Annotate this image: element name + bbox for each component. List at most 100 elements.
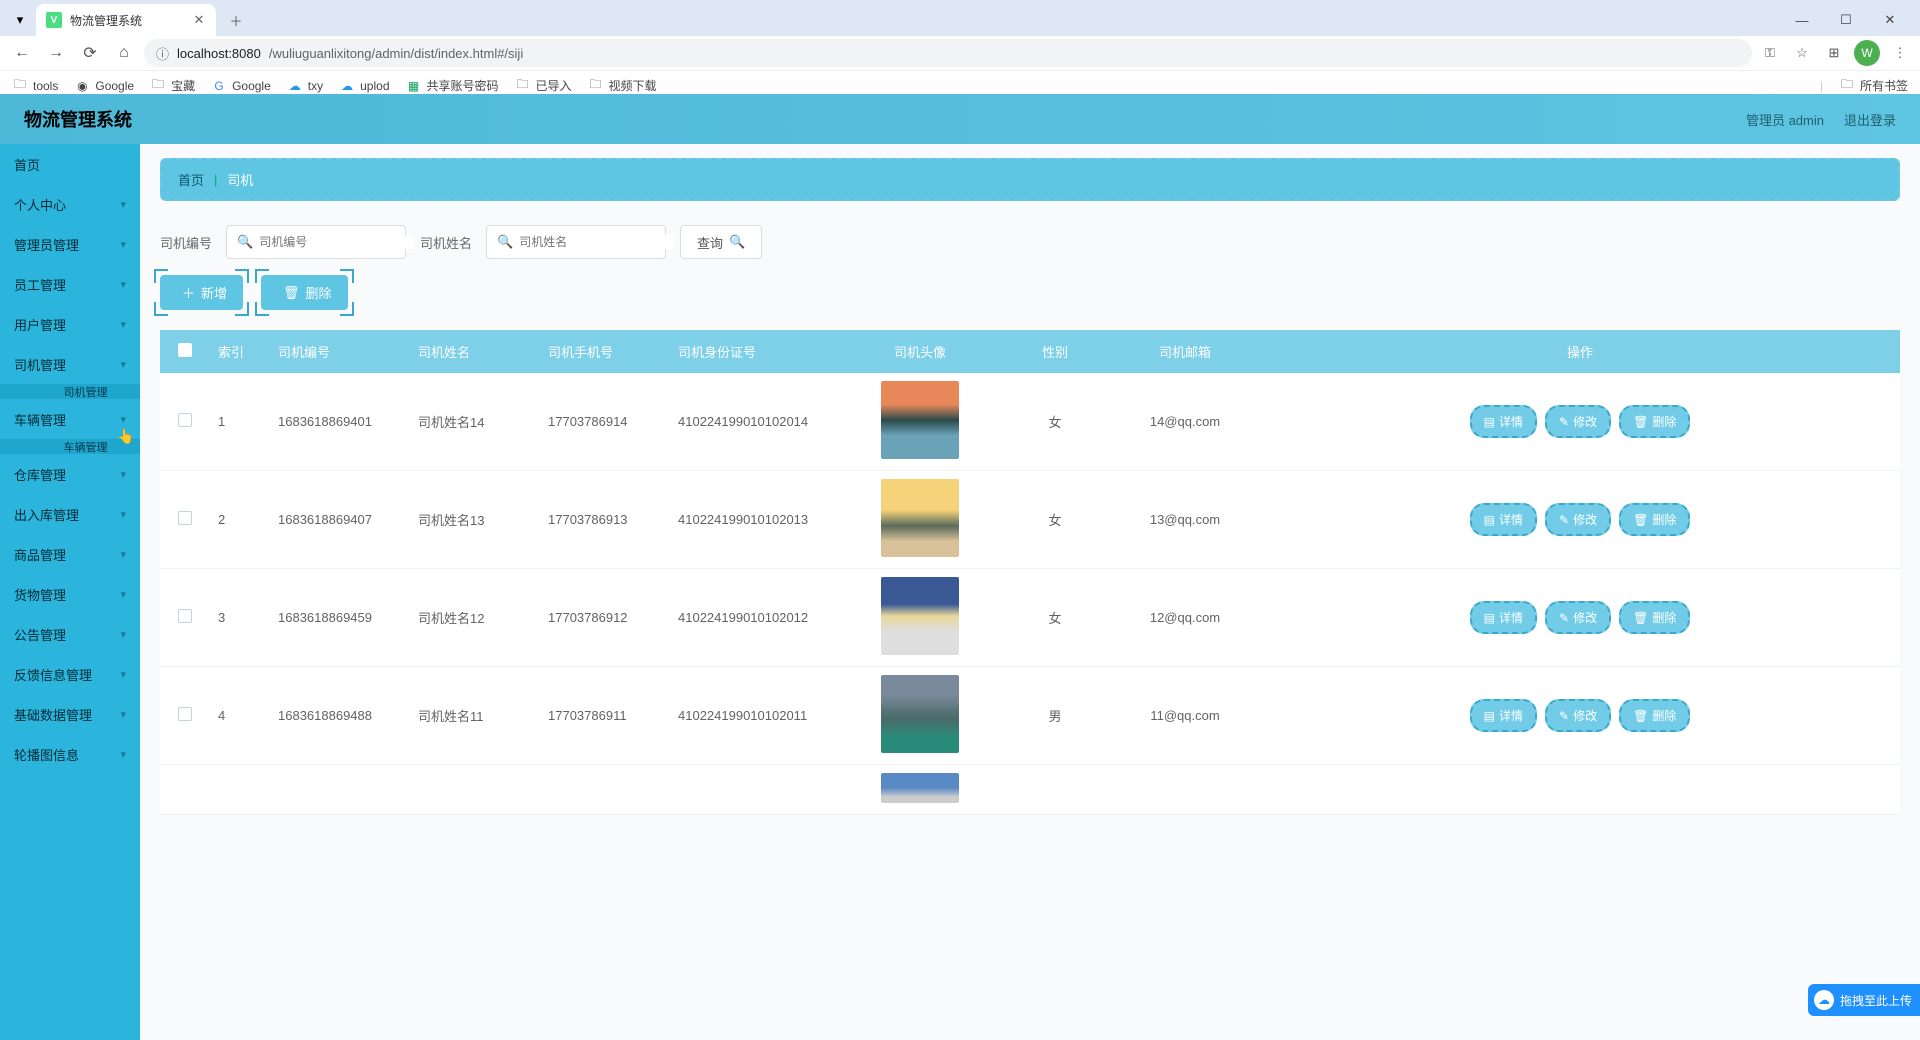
url-input[interactable]: ⓘ localhost:8080/wuliuguanlixitong/admin… (144, 39, 1752, 67)
sidebar-item-admin[interactable]: 管理员管理▾ (0, 224, 140, 264)
delete-button[interactable]: 🗑 删除 (261, 275, 348, 310)
close-tab-icon[interactable]: ✕ (192, 13, 206, 27)
current-user-label[interactable]: 管理员 admin (1746, 110, 1824, 129)
bookmark-item[interactable]: GGoogle (211, 78, 271, 94)
maximize-button[interactable]: ☐ (1824, 5, 1868, 35)
sidebar-item-home[interactable]: 首页 (0, 144, 140, 184)
sidebar-item-profile[interactable]: 个人中心▾ (0, 184, 140, 224)
float-upload-widget[interactable]: ☁ 拖拽至此上传 (1808, 984, 1920, 1016)
bookmark-item[interactable]: ◉Google (74, 78, 134, 94)
avatar-image[interactable] (881, 381, 959, 459)
forward-button[interactable]: → (42, 39, 70, 67)
sidebar-item-stock[interactable]: 出入库管理▾ (0, 494, 140, 534)
delete-row-button[interactable]: 🗑删除 (1619, 601, 1690, 634)
cell-email: 11@qq.com (1110, 667, 1260, 765)
google-icon: G (211, 78, 227, 94)
detail-button[interactable]: ▤详情 (1470, 503, 1537, 536)
sidebar-item-warehouse[interactable]: 仓库管理▾ (0, 454, 140, 494)
edit-button[interactable]: ✎修改 (1545, 405, 1611, 438)
sidebar-item-basicdata[interactable]: 基础数据管理▾ (0, 694, 140, 734)
back-button[interactable]: ← (8, 39, 36, 67)
bookmark-star-icon[interactable]: ☆ (1790, 41, 1814, 65)
select-all-checkbox[interactable] (178, 343, 192, 357)
row-checkbox[interactable] (178, 511, 192, 525)
browser-chrome: ▾ V 物流管理系统 ✕ ＋ — ☐ ✕ ← → ⟳ ⌂ ⓘ localhost… (0, 0, 1920, 94)
search-input-name[interactable] (519, 235, 674, 249)
bookmark-item[interactable]: ☁uplod (339, 78, 389, 94)
profile-avatar[interactable]: W (1854, 40, 1880, 66)
sheet-icon: ▦ (406, 78, 422, 94)
sidebar-item-notice[interactable]: 公告管理▾ (0, 614, 140, 654)
bookmark-item[interactable]: 🗀已导入 (515, 77, 572, 94)
detail-button[interactable]: ▤详情 (1470, 601, 1537, 634)
sidebar-item-vehicle[interactable]: 车辆管理▾ (0, 399, 140, 439)
search-input-code[interactable] (259, 235, 414, 249)
avatar-image[interactable] (881, 773, 959, 803)
bookmark-item[interactable]: 🗀宝藏 (150, 77, 195, 94)
edit-button[interactable]: ✎修改 (1545, 503, 1611, 536)
bookmark-item[interactable]: 🗀tools (12, 78, 58, 94)
query-button[interactable]: 查询 🔍 (680, 225, 762, 259)
search-label-name: 司机姓名 (420, 233, 472, 252)
breadcrumb-home[interactable]: 首页 (178, 170, 204, 189)
sidebar-item-product[interactable]: 商品管理▾ (0, 534, 140, 574)
reload-button[interactable]: ⟳ (76, 39, 104, 67)
key-icon[interactable]: ⚿ (1758, 41, 1782, 65)
search-input-name-wrap: 🔍 (486, 225, 666, 259)
sidebar-item-staff[interactable]: 员工管理▾ (0, 264, 140, 304)
new-tab-button[interactable]: ＋ (222, 6, 250, 34)
breadcrumb-current: 司机 (227, 170, 253, 189)
folder-icon: 🗀 (1839, 78, 1855, 94)
sidebar-item-driver[interactable]: 司机管理▾ (0, 344, 140, 384)
url-host: localhost:8080 (177, 46, 261, 61)
sidebar-item-carousel[interactable]: 轮播图信息▾ (0, 734, 140, 774)
logout-link[interactable]: 退出登录 (1844, 110, 1896, 129)
search-icon: 🔍 (497, 234, 513, 250)
edit-icon: ✎ (1559, 709, 1569, 723)
table-row: 4 1683618869488 司机姓名11 17703786911 41022… (160, 667, 1900, 765)
bookmark-item[interactable]: 🗀视频下载 (588, 77, 657, 94)
tab-favicon: V (46, 12, 62, 28)
cell-idcard: 410224199010102012 (670, 569, 840, 667)
row-checkbox[interactable] (178, 413, 192, 427)
cell-gender: 女 (1000, 373, 1110, 471)
sidebar-item-users[interactable]: 用户管理▾ (0, 304, 140, 344)
minimize-button[interactable]: — (1780, 5, 1824, 35)
delete-row-button[interactable]: 🗑删除 (1619, 699, 1690, 732)
th-avatar: 司机头像 (840, 330, 1000, 373)
breadcrumb: 首页 | 司机 (160, 158, 1900, 201)
trash-icon: 🗑 (1633, 611, 1648, 625)
avatar-image[interactable] (881, 675, 959, 753)
site-info-icon[interactable]: ⓘ (156, 44, 169, 63)
tab-list-dropdown[interactable]: ▾ (8, 8, 32, 32)
cell-code: 1683618869407 (270, 471, 410, 569)
avatar-image[interactable] (881, 479, 959, 557)
cell-index: 2 (210, 471, 270, 569)
home-button[interactable]: ⌂ (110, 39, 138, 67)
bookmark-item[interactable]: ☁txy (287, 78, 323, 94)
bookmark-item[interactable]: ▦共享账号密码 (406, 77, 499, 94)
avatar-image[interactable] (881, 577, 959, 655)
close-window-button[interactable]: ✕ (1868, 5, 1912, 35)
sidebar-item-feedback[interactable]: 反馈信息管理▾ (0, 654, 140, 694)
row-checkbox[interactable] (178, 609, 192, 623)
sidebar-item-cargo[interactable]: 货物管理▾ (0, 574, 140, 614)
sidebar-subitem-vehicle-list[interactable]: 车辆管理 (0, 439, 140, 454)
sidebar-subitem-driver-list[interactable]: 司机管理 (0, 384, 140, 399)
edit-button[interactable]: ✎修改 (1545, 601, 1611, 634)
cell-phone: 17703786914 (540, 373, 670, 471)
chevron-down-icon: ▾ (120, 468, 126, 481)
window-controls: — ☐ ✕ (1780, 5, 1912, 35)
delete-row-button[interactable]: 🗑删除 (1619, 503, 1690, 536)
row-checkbox[interactable] (178, 707, 192, 721)
add-button[interactable]: ＋ 新增 (160, 275, 243, 310)
all-bookmarks[interactable]: 🗀所有书签 (1839, 77, 1908, 94)
extensions-icon[interactable]: ⊞ (1822, 41, 1846, 65)
delete-row-button[interactable]: 🗑删除 (1619, 405, 1690, 438)
detail-button[interactable]: ▤详情 (1470, 699, 1537, 732)
browser-tab[interactable]: V 物流管理系统 ✕ (36, 4, 216, 36)
browser-menu-icon[interactable]: ⋮ (1888, 41, 1912, 65)
detail-button[interactable]: ▤详情 (1470, 405, 1537, 438)
table-row (160, 765, 1900, 815)
edit-button[interactable]: ✎修改 (1545, 699, 1611, 732)
